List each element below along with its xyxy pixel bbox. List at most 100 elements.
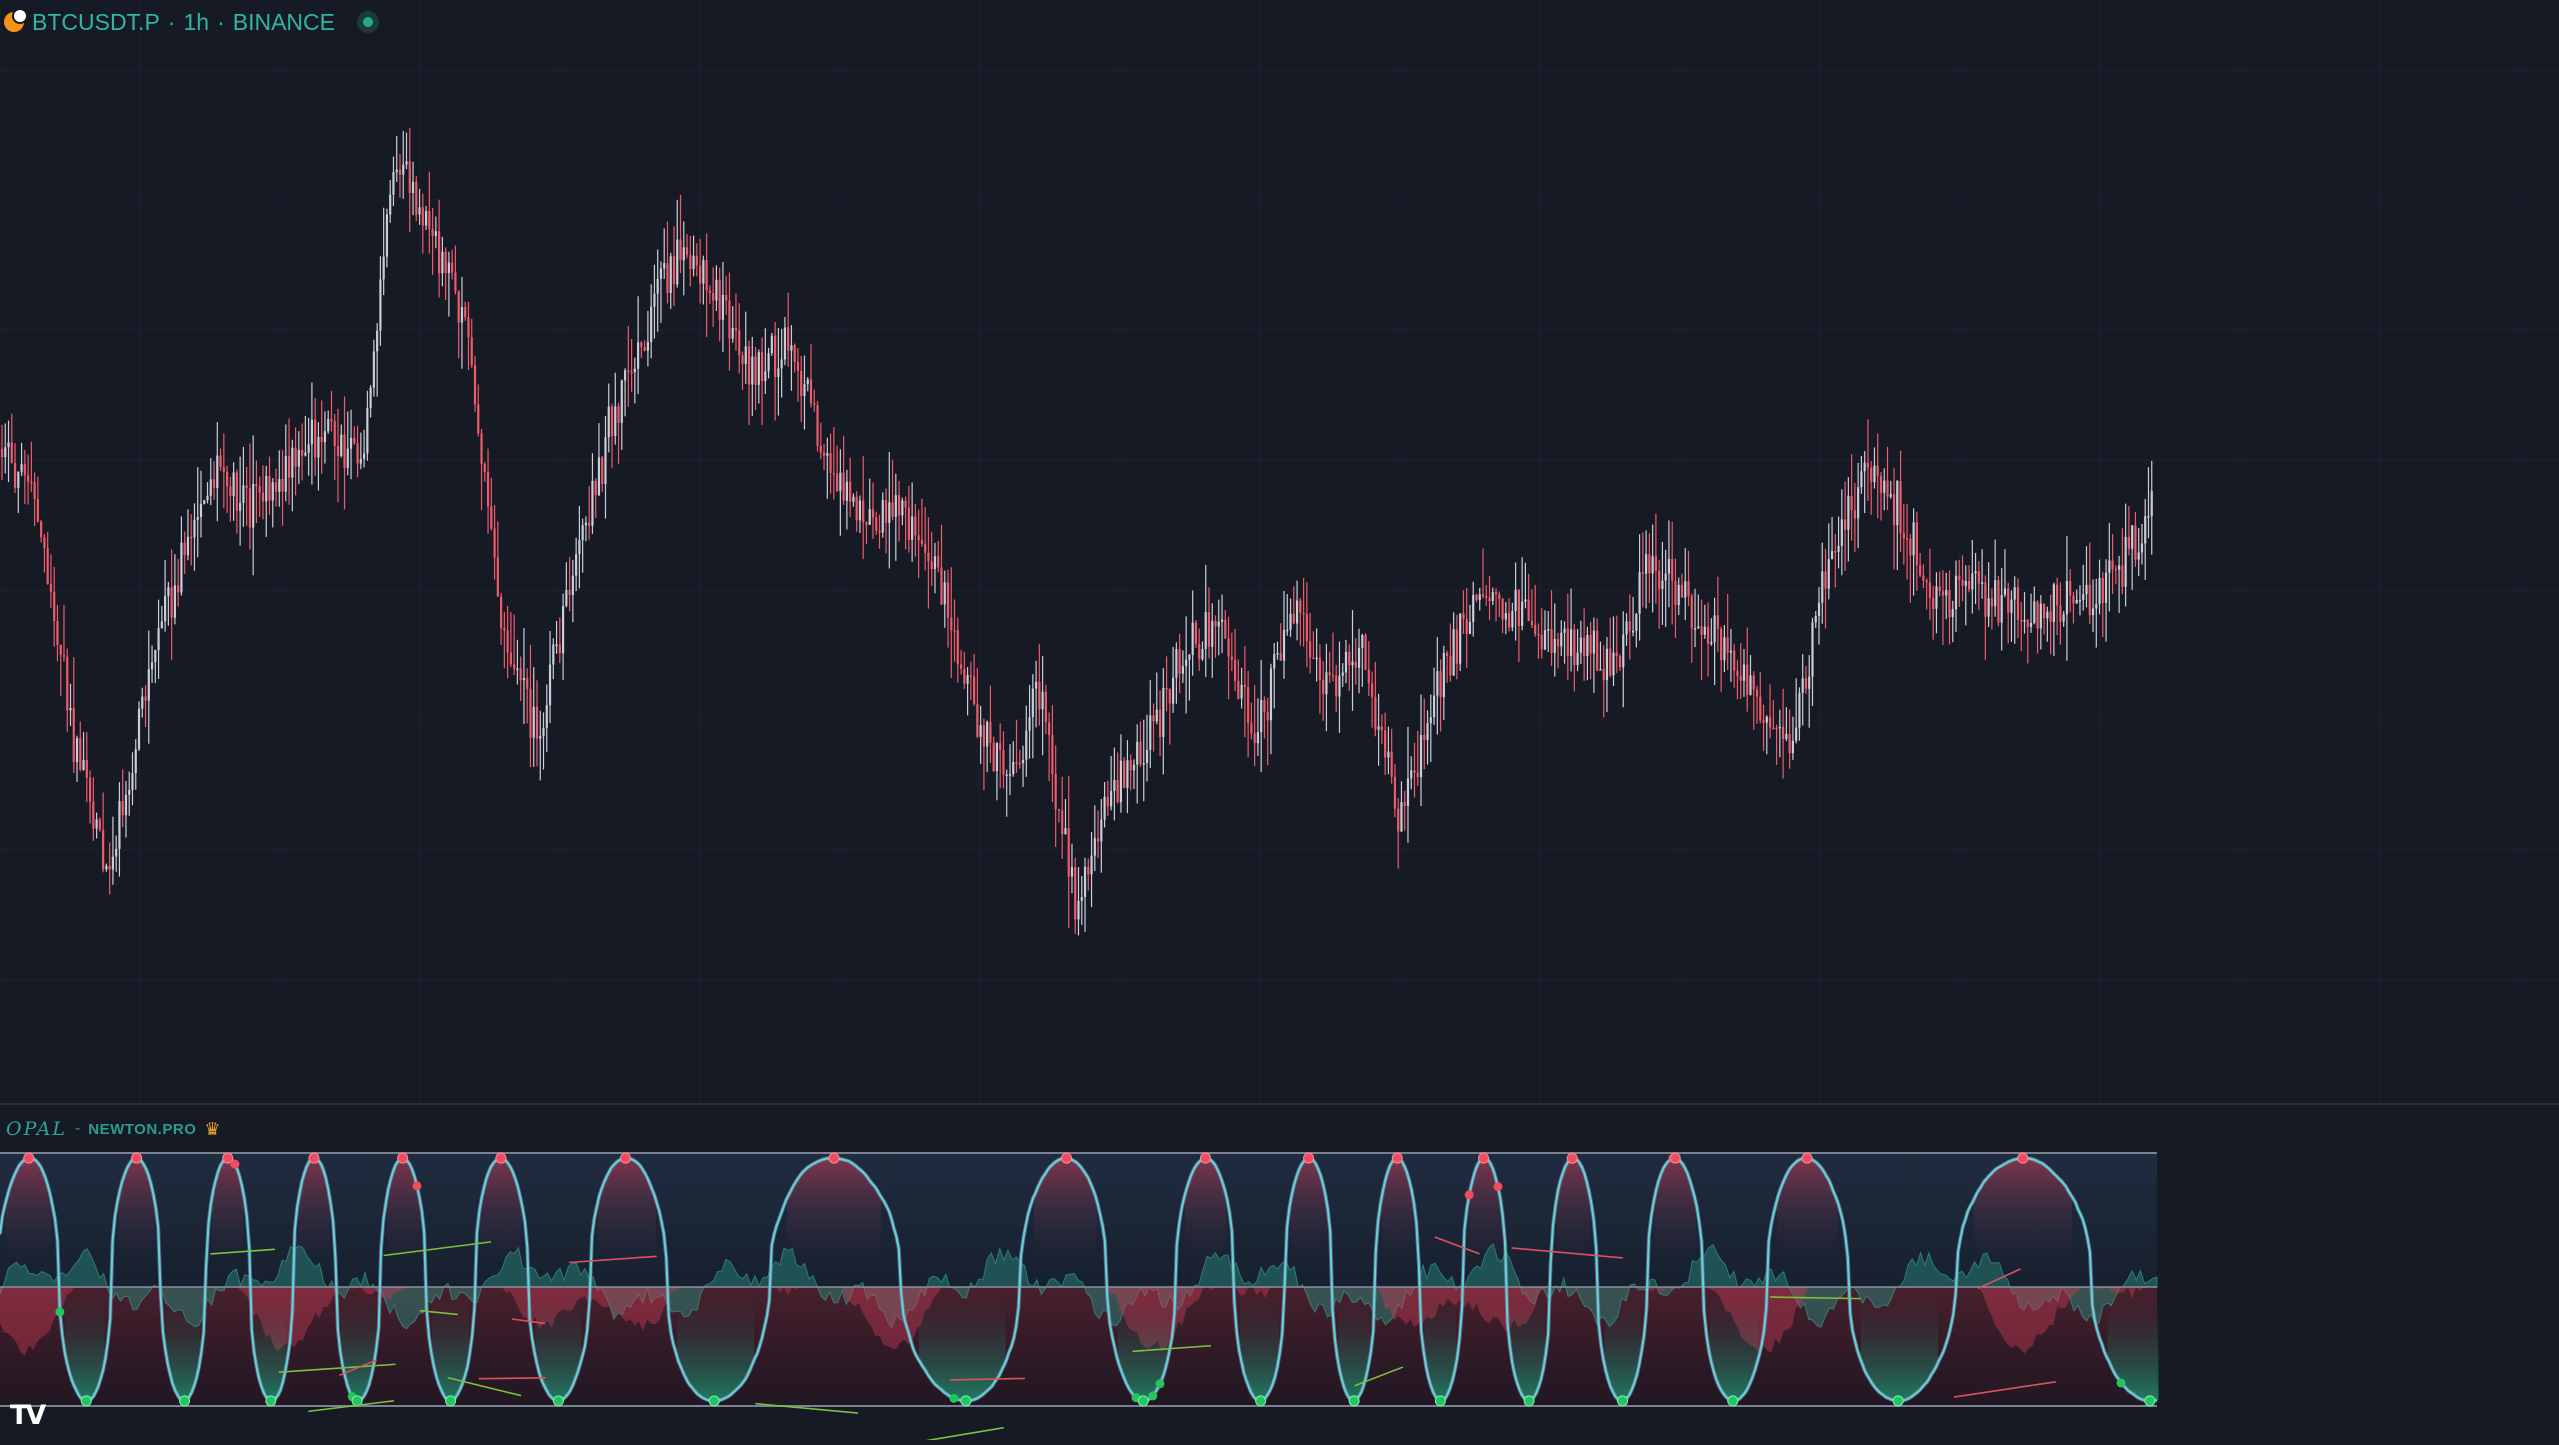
buy-signal-dot xyxy=(445,1395,457,1407)
buy-signal-dot xyxy=(1892,1395,1904,1407)
candle-body xyxy=(376,330,379,352)
candle-body xyxy=(1615,652,1618,657)
candle-body xyxy=(222,466,225,472)
sell-signal-dot xyxy=(397,1152,409,1164)
candle-body xyxy=(1631,630,1635,633)
candle-body xyxy=(1472,594,1475,622)
candle-body xyxy=(1305,613,1308,642)
candle-body xyxy=(389,194,392,215)
sell-signal-dot xyxy=(495,1152,507,1164)
candle-body xyxy=(1638,572,1641,614)
buy-signal-dot xyxy=(2144,1395,2156,1407)
candle-body xyxy=(17,471,20,488)
candle-body xyxy=(2072,595,2075,604)
candle-body xyxy=(764,371,767,382)
candle-body xyxy=(359,458,362,464)
candle-body xyxy=(803,384,806,397)
interval-label[interactable]: 1h xyxy=(183,9,209,36)
candle-body xyxy=(1123,760,1126,788)
candle-body xyxy=(1064,828,1067,835)
candle-body xyxy=(490,506,493,529)
market-status-icon[interactable] xyxy=(356,11,379,33)
candle-body xyxy=(1860,471,1863,488)
symbol-name[interactable]: BTCUSDT.P xyxy=(32,9,160,36)
candle-body xyxy=(190,536,193,539)
candle-body xyxy=(1837,545,1840,552)
candle-body xyxy=(1061,810,1064,835)
buy-signal-dot xyxy=(1255,1395,1267,1407)
candle-body xyxy=(1481,594,1485,597)
candle-body xyxy=(865,522,868,525)
candle-body xyxy=(953,630,956,632)
candle-body xyxy=(1703,626,1706,635)
candle-body xyxy=(1051,735,1054,775)
tradingview-logo[interactable]: TV xyxy=(10,1400,46,1431)
candle-body xyxy=(7,442,10,448)
candle-body xyxy=(1713,615,1716,643)
candle-body xyxy=(173,585,176,618)
sell-signal-dot xyxy=(1478,1152,1490,1164)
candle-body xyxy=(522,677,526,681)
exchange-label[interactable]: BINANCE xyxy=(233,9,335,36)
candle-body xyxy=(170,587,173,618)
candle-body xyxy=(610,406,614,437)
candle-body xyxy=(1720,628,1723,661)
candle-body xyxy=(1315,657,1318,660)
candle-body xyxy=(1390,751,1393,777)
candle-body xyxy=(2088,584,2091,616)
candle-body xyxy=(630,371,633,374)
candle-body xyxy=(950,617,953,631)
candle-body xyxy=(1344,651,1348,673)
candle-body xyxy=(2036,601,2039,629)
candle-body xyxy=(685,247,689,255)
candle-body xyxy=(2033,601,2036,623)
candle-body xyxy=(441,251,444,274)
candle-body xyxy=(2098,577,2101,605)
candle-body xyxy=(1566,628,1569,656)
candle-body xyxy=(1658,570,1661,589)
candle-body xyxy=(1357,647,1361,668)
candle-body xyxy=(1397,808,1400,832)
candle-body xyxy=(1008,774,1012,776)
candle-body xyxy=(1136,741,1139,765)
symbol-legend[interactable]: BTCUSDT.P · 1h · BINANCE xyxy=(4,6,379,38)
indicator-name[interactable]: OPAL xyxy=(6,1118,67,1140)
candle-body xyxy=(1139,741,1142,765)
candle-body xyxy=(1054,774,1057,810)
candle-body xyxy=(532,706,535,738)
candle-body xyxy=(1145,749,1149,764)
candle-body xyxy=(177,585,180,593)
divergence-line xyxy=(478,1377,546,1380)
candle-body xyxy=(1739,675,1742,681)
candle-body xyxy=(1919,565,1922,576)
candle-body xyxy=(1941,591,1945,596)
candle-body xyxy=(157,628,160,651)
candle-body xyxy=(1380,726,1383,731)
candle-body xyxy=(969,675,972,677)
candle-body xyxy=(721,295,725,320)
chart-area[interactable] xyxy=(0,0,2559,1445)
candle-body xyxy=(1821,571,1824,603)
candle-body xyxy=(937,556,940,568)
candle-body xyxy=(712,292,715,301)
candle-body xyxy=(1354,661,1357,668)
candle-body xyxy=(1028,717,1031,731)
candle-body xyxy=(1726,637,1729,653)
candle-body xyxy=(1521,601,1524,626)
candle-body xyxy=(1932,597,1935,609)
candle-body xyxy=(1964,580,1967,586)
candle-body xyxy=(956,630,959,665)
indicator-legend[interactable]: OPAL - NEWTON.PRO ♛ xyxy=(6,1116,221,1142)
candle-body xyxy=(1785,733,1788,739)
candle-body xyxy=(1700,626,1703,635)
candle-body xyxy=(1540,634,1543,650)
candle-body xyxy=(1413,770,1416,773)
candle-body xyxy=(725,295,728,301)
candle-body xyxy=(1690,596,1693,629)
buy-signal-dot xyxy=(708,1395,720,1407)
candle-body xyxy=(1057,809,1061,811)
price-chart[interactable] xyxy=(0,0,2559,1445)
buy-signal-dot xyxy=(960,1395,972,1407)
candle-body xyxy=(98,819,101,830)
signal-dot xyxy=(230,1159,240,1169)
